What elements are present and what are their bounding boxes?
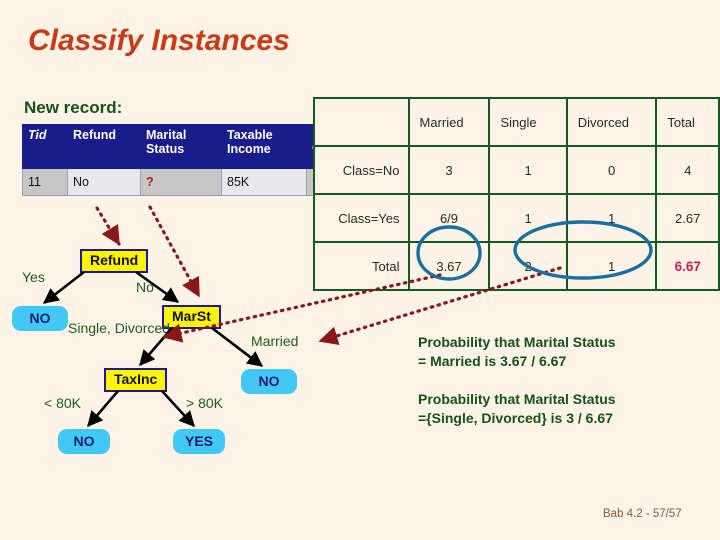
table-row: Class=No 3 1 0 4: [313, 145, 720, 195]
tree-leaf-no-married[interactable]: NO: [241, 369, 297, 394]
branch-label-single-divorced: Single, Divorced: [68, 320, 170, 336]
probability-married-text: Probability that Marital Status = Marrie…: [418, 334, 616, 369]
cell-total-married: 3.67: [407, 241, 491, 291]
branch-label-refund-no: No: [136, 279, 154, 295]
branch-label-refund-yes: Yes: [22, 269, 45, 285]
record-cell-taxable-income: 85K: [221, 168, 307, 196]
probability-single-divorced-text: Probability that Marital Status ={Single…: [418, 391, 616, 426]
edge-taxinc-lt80k: [87, 390, 119, 427]
table-row: Class=Yes 6/9 1 1 2.67: [313, 193, 720, 243]
record-cell-tid: 11: [22, 168, 68, 196]
cell-classno-total: 4: [655, 145, 720, 195]
record-cell-marital-status: ?: [140, 168, 222, 196]
contingency-col-married: Married: [407, 97, 491, 147]
branch-label-married: Married: [251, 333, 299, 349]
contingency-col-single: Single: [488, 97, 568, 147]
tree-leaf-yes-gt80k[interactable]: YES: [173, 429, 225, 454]
tree-leaf-no-lt80k[interactable]: NO: [58, 429, 110, 454]
branch-label-taxinc-high: > 80K: [186, 395, 223, 411]
page-title: Classify Instances: [28, 24, 290, 57]
cell-classyes-divorced: 1: [565, 193, 658, 243]
cell-grand-total: 6.67: [655, 241, 720, 291]
table-row: Total 3.67 2 1 6.67: [313, 241, 720, 291]
tree-node-marst[interactable]: MarSt: [162, 305, 221, 330]
contingency-row-label-total: Total: [313, 241, 410, 291]
record-col-marital-status: Marital Status: [140, 124, 222, 169]
cell-total-single: 2: [488, 241, 568, 291]
tree-leaf-no-refund-yes[interactable]: NO: [12, 306, 68, 331]
arrow-refund-pointer: [95, 206, 121, 246]
tree-node-taxinc[interactable]: TaxInc: [104, 368, 168, 393]
record-cell-refund: No: [67, 168, 141, 196]
contingency-row-label-class-no: Class=No: [313, 145, 410, 195]
new-record-label: New record:: [24, 98, 123, 117]
contingency-header-row: Married Single Divorced Total: [313, 97, 720, 147]
footer-note: Bab 4.2 - 57/57: [603, 508, 682, 520]
branch-label-taxinc-low: < 80K: [44, 395, 81, 411]
record-col-taxable-income: Taxable Income: [221, 124, 307, 169]
cell-classno-single: 1: [488, 145, 568, 195]
cell-total-divorced: 1: [565, 241, 658, 291]
contingency-table: Married Single Divorced Total Class=No 3…: [313, 97, 720, 291]
contingency-col-total: Total: [655, 97, 720, 147]
cell-classyes-single: 1: [488, 193, 568, 243]
edge-refund-yes: [42, 270, 85, 305]
cell-classyes-total: 2.67: [655, 193, 720, 243]
cell-classno-married: 3: [407, 145, 491, 195]
contingency-corner-cell: [313, 97, 410, 147]
record-col-refund: Refund: [67, 124, 141, 169]
tree-node-refund[interactable]: Refund: [80, 249, 149, 274]
cell-classno-divorced: 0: [565, 145, 658, 195]
contingency-row-label-class-yes: Class=Yes: [313, 193, 410, 243]
record-col-tid: Tid: [22, 124, 68, 169]
arrow-marst-pointer: [148, 205, 201, 298]
cell-classyes-married: 6/9: [407, 193, 491, 243]
contingency-col-divorced: Divorced: [565, 97, 658, 147]
